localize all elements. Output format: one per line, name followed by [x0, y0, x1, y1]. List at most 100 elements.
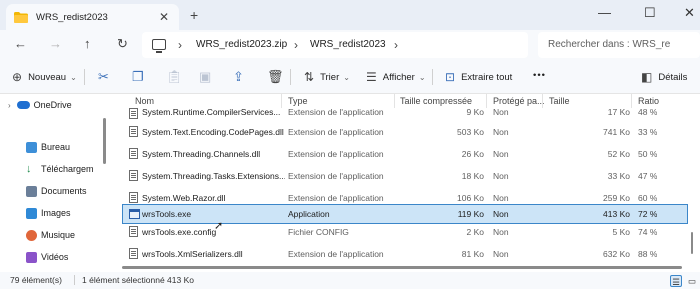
table-row[interactable]: System.Runtime.CompilerServices... Exten… [122, 104, 688, 124]
file-compressed-size: 503 Ko [457, 127, 484, 137]
file-ratio: 88 % [638, 249, 658, 259]
file-size: 5 Ko [612, 227, 631, 237]
new-tab-button[interactable]: + [190, 7, 198, 23]
copy-icon[interactable]: ❐ [132, 69, 144, 85]
toolbar-divider [432, 69, 433, 85]
file-size: 52 Ko [607, 149, 630, 159]
file-ratio: 48 % [638, 107, 658, 117]
file-size: 741 Ko [603, 127, 630, 137]
expand-chevron-icon[interactable]: › [8, 101, 11, 110]
table-row[interactable]: wrsTools.exe.config Fichier CONFIG 2 Ko … [122, 222, 688, 242]
back-icon[interactable]: ← [14, 36, 27, 51]
status-bar: 79 élément(s) 1 élément sélectionné 413 … [0, 272, 700, 289]
maximize-icon[interactable]: ☐ [644, 5, 656, 21]
sidebar-item-label: Vidéos [41, 252, 69, 262]
file-protected: Non [493, 249, 509, 259]
rename-icon[interactable]: ▣ [199, 69, 211, 85]
details-view-icon[interactable]: ☰ [670, 275, 682, 287]
search-input[interactable] [548, 39, 698, 50]
file-name: wrsTools.exe [142, 209, 192, 219]
table-row[interactable]: System.Threading.Tasks.Extensions... Ext… [122, 166, 688, 186]
file-type: Fichier CONFIG [288, 227, 349, 237]
delete-icon[interactable]: 🗑︎ [267, 69, 284, 85]
details-button[interactable]: ◧ Détails [641, 70, 687, 84]
tiles-view-icon[interactable]: ▭ [686, 275, 698, 287]
sort-icon: ⇅ [304, 70, 315, 84]
file-compressed-size: 26 Ko [461, 149, 484, 159]
view-icon: ☰ [366, 70, 377, 84]
file-ratio: 60 % [638, 193, 658, 203]
file-ratio: 74 % [638, 227, 658, 237]
table-row[interactable]: System.Threading.Channels.dll Extension … [122, 144, 688, 164]
music-icon [26, 229, 37, 241]
view-button[interactable]: ☰ Afficher ⌄ [366, 70, 426, 84]
file-type: Extension de l'application [288, 127, 384, 137]
address-bar[interactable]: › WRS_redist2023.zip › WRS_redist2023 › [142, 32, 528, 58]
sidebar-item-label: Bureau [41, 142, 71, 152]
desktop-icon [26, 141, 37, 153]
file-icon [129, 126, 138, 137]
documents-icon [26, 185, 37, 197]
new-button[interactable]: ⊕ Nouveau ⌄ [12, 70, 77, 84]
file-icon [129, 170, 138, 181]
address-row: ← → ↑ ↻ › WRS_redist2023.zip › WRS_redis… [0, 30, 700, 60]
file-type: Extension de l'application [288, 107, 384, 117]
cut-icon[interactable]: ✂ [98, 69, 109, 85]
sidebar-item-onedrive[interactable]: › OneDrive [8, 94, 110, 116]
tab-wrs-redist2023[interactable]: WRS_redist2023 ✕ [6, 4, 179, 30]
extract-all-button[interactable]: ⊡ Extraire tout [445, 70, 512, 84]
file-size: 259 Ko [603, 193, 630, 203]
view-label: Afficher [382, 71, 415, 83]
file-ratio: 33 % [638, 127, 658, 137]
share-icon[interactable]: ⇪ [233, 69, 244, 85]
tab-close-icon[interactable]: ✕ [159, 10, 169, 24]
file-name: System.Threading.Channels.dll [142, 149, 261, 159]
file-protected: Non [493, 209, 509, 219]
up-icon[interactable]: ↑ [84, 36, 91, 51]
horizontal-scrollbar-thumb[interactable] [122, 266, 682, 269]
folder-icon [14, 11, 28, 23]
file-ratio: 72 % [638, 209, 658, 219]
file-compressed-size: 106 Ko [457, 193, 484, 203]
application-icon [129, 209, 140, 219]
file-type: Extension de l'application [288, 171, 384, 181]
file-name: wrsTools.XmlSerializers.dll [142, 249, 243, 259]
breadcrumb-separator[interactable]: › [394, 38, 398, 52]
pictures-icon [26, 207, 37, 219]
file-protected: Non [493, 127, 509, 137]
table-row-selected[interactable]: wrsTools.exe Application 119 Ko Non 413 … [122, 204, 688, 224]
file-size: 33 Ko [607, 171, 630, 181]
table-row[interactable]: wrsTools.XmlSerializers.dll Extension de… [122, 244, 688, 264]
file-protected: Non [493, 171, 509, 181]
file-icon [129, 108, 138, 119]
paste-icon[interactable]: 📋︎ [166, 69, 183, 85]
file-icon [129, 192, 138, 203]
breadcrumb-folder[interactable]: WRS_redist2023 [310, 39, 386, 50]
file-size: 17 Ko [607, 107, 630, 117]
extract-icon: ⊡ [445, 70, 456, 84]
sidebar-scrollbar[interactable] [103, 118, 106, 164]
minimize-icon[interactable]: — [598, 5, 611, 20]
forward-icon[interactable]: → [49, 36, 62, 51]
file-protected: Non [493, 227, 509, 237]
sort-button[interactable]: ⇅ Trier ⌄ [304, 70, 350, 84]
tab-bar: WRS_redist2023 ✕ + — ☐ ✕ [0, 0, 700, 30]
file-protected: Non [493, 193, 509, 203]
more-options-button[interactable]: ••• [533, 70, 546, 81]
breadcrumb-separator: › [178, 38, 182, 52]
file-list: Nom Type Taille compressée Protégé pa...… [112, 94, 700, 272]
vertical-scrollbar-thumb[interactable] [691, 232, 693, 254]
breadcrumb-zip[interactable]: WRS_redist2023.zip [196, 39, 287, 50]
file-compressed-size: 2 Ko [466, 227, 485, 237]
tab-title: WRS_redist2023 [36, 11, 108, 23]
refresh-icon[interactable]: ↻ [117, 36, 128, 52]
table-row[interactable]: System.Text.Encoding.CodePages.dll Exten… [122, 122, 688, 142]
close-window-icon[interactable]: ✕ [684, 5, 695, 21]
file-icon [129, 148, 138, 159]
search-box[interactable] [538, 32, 700, 58]
file-icon [129, 248, 138, 259]
mouse-cursor-icon: ➚ [214, 220, 224, 232]
file-ratio: 50 % [638, 149, 658, 159]
chevron-down-icon: ⌄ [70, 72, 77, 82]
details-pane-icon: ◧ [641, 70, 653, 84]
